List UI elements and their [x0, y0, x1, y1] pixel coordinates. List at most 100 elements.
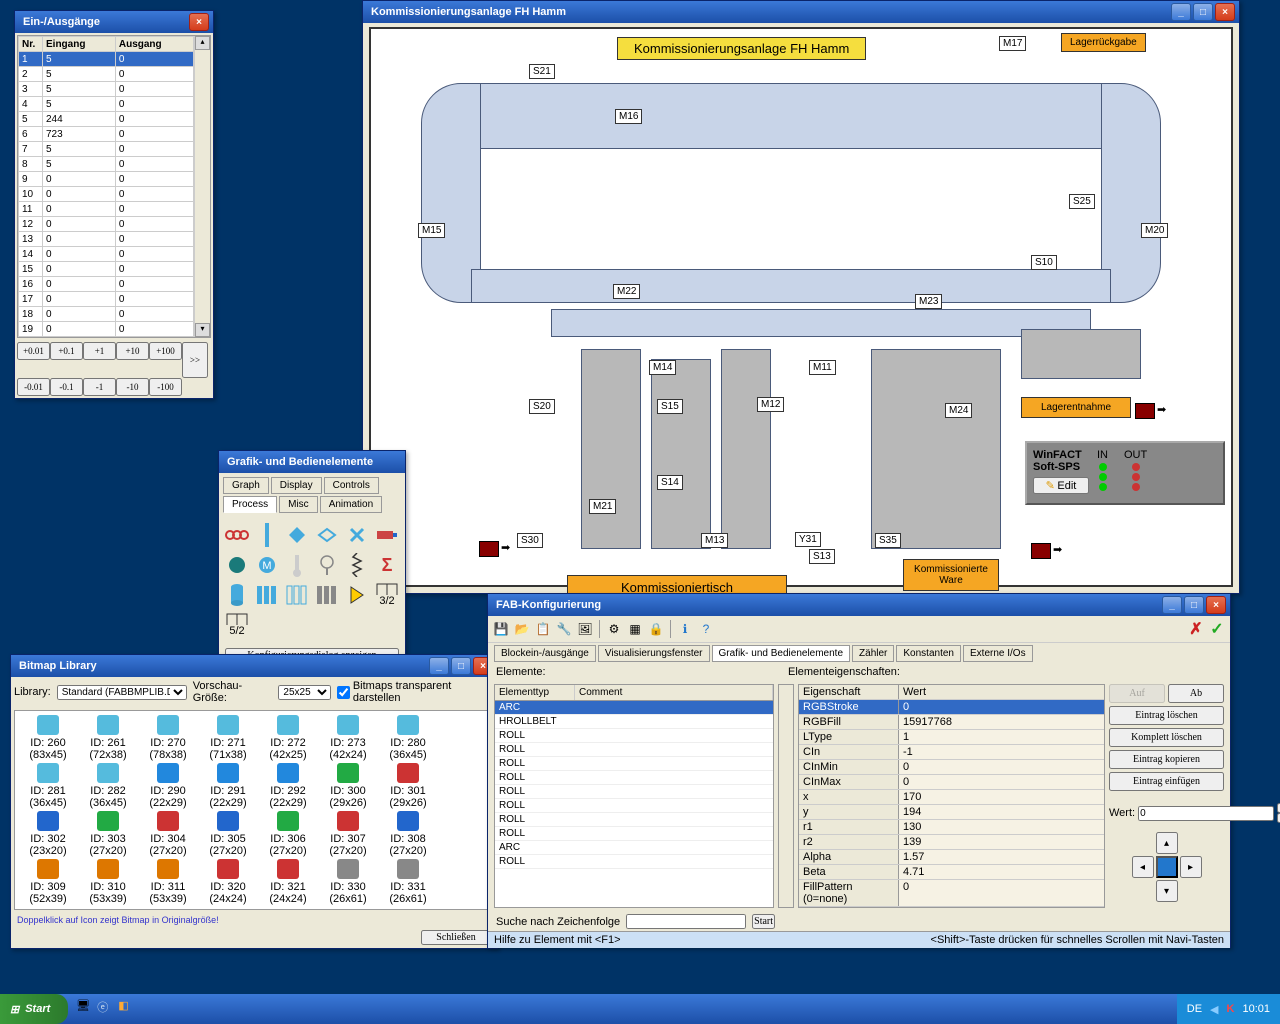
palette-icon-motor-h[interactable]: [375, 523, 399, 547]
bmp-icon-cell[interactable]: ID: 307 (27x20): [319, 811, 377, 857]
nav-left-button[interactable]: ◂: [1132, 856, 1154, 878]
io-col-ausgang[interactable]: Ausgang: [115, 37, 193, 52]
io-col-eingang[interactable]: Eingang: [43, 37, 116, 52]
bmp-icon-cell[interactable]: ID: 305 (27x20): [199, 811, 257, 857]
palette-icon-valve52[interactable]: 5/2: [225, 613, 249, 637]
bmp-icon-cell[interactable]: ID: 261 (72x38): [79, 715, 137, 761]
fab-list-row[interactable]: ARC: [495, 701, 773, 715]
fab-minimize-button[interactable]: _: [1162, 596, 1182, 614]
bmp-icon-cell[interactable]: ID: 292 (22x29): [259, 763, 317, 809]
palette-icon-wheel-1[interactable]: [225, 553, 249, 577]
lock-icon[interactable]: 🔒: [647, 620, 665, 638]
palette-icon-valve-3[interactable]: [345, 523, 369, 547]
bmp-icon-cell[interactable]: ID: 280 (36x45): [379, 715, 437, 761]
bmp-icon-cell[interactable]: ID: 309 (52x39): [19, 859, 77, 905]
save-icon[interactable]: 💾: [492, 620, 510, 638]
bmp-icon-cell[interactable]: ID: 303 (27x20): [79, 811, 137, 857]
fab-prop-row[interactable]: LType1: [799, 730, 1104, 745]
step-plus-button[interactable]: +0.1: [50, 342, 83, 360]
fab-search-button[interactable]: Start: [752, 914, 775, 929]
fab-list-row[interactable]: ROLL: [495, 743, 773, 757]
io-row[interactable]: 850: [19, 157, 194, 172]
palette-icon-triangle[interactable]: [345, 583, 369, 607]
fab-delete-button[interactable]: Eintrag löschen: [1109, 706, 1224, 725]
palette-icon-bulb[interactable]: [315, 553, 339, 577]
palette-icon-sigma[interactable]: Σ: [375, 553, 399, 577]
quicklaunch-app-icon[interactable]: ◧: [118, 999, 136, 1019]
fab-prop-row[interactable]: CIn-1: [799, 745, 1104, 760]
palette-icon-cyl-group-2[interactable]: [285, 583, 309, 607]
fab-tab[interactable]: Blockein-/ausgänge: [494, 645, 596, 662]
fab-prop-row[interactable]: y194: [799, 805, 1104, 820]
palette-icon-chain[interactable]: [225, 523, 249, 547]
palette-tab[interactable]: Controls: [324, 477, 379, 494]
bmp-library-select[interactable]: Standard (FABBMPLIB.DLL): [57, 685, 187, 700]
cancel-icon[interactable]: ✗: [1187, 620, 1205, 638]
step-plus-button[interactable]: +1: [83, 342, 116, 360]
step-minus-button[interactable]: -1: [83, 378, 116, 396]
ok-icon[interactable]: ✓: [1208, 620, 1226, 638]
prop-header-key[interactable]: Eigenschaft: [799, 685, 899, 699]
fab-element-list[interactable]: Elementtyp Comment ARCHROLLBELTROLLROLLR…: [494, 684, 774, 908]
fab-prop-row[interactable]: RGBFill15917768: [799, 715, 1104, 730]
io-row[interactable]: 1200: [19, 217, 194, 232]
io-table[interactable]: Nr. Eingang Ausgang 15025035045052440672…: [17, 35, 211, 338]
io-close-button[interactable]: ×: [189, 13, 209, 31]
bmp-minimize-button[interactable]: _: [429, 657, 449, 675]
io-row[interactable]: 1000: [19, 187, 194, 202]
quicklaunch-desktop-icon[interactable]: 🖥: [76, 999, 94, 1019]
main-titlebar[interactable]: Kommissionierungsanlage FH Hamm _ □ ×: [363, 1, 1239, 23]
bmp-close-btn[interactable]: Schließen: [421, 930, 491, 945]
io-row[interactable]: 52440: [19, 112, 194, 127]
palette-icon-thermometer[interactable]: [285, 553, 309, 577]
palette-tab[interactable]: Process: [223, 496, 277, 513]
io-col-nr[interactable]: Nr.: [19, 37, 43, 52]
fab-prop-row[interactable]: Alpha1.57: [799, 850, 1104, 865]
gear-icon[interactable]: ⚙: [605, 620, 623, 638]
palette-icon-valve32[interactable]: 3/2: [375, 583, 399, 607]
fab-ab-button[interactable]: Ab: [1168, 684, 1224, 703]
fab-list-row[interactable]: ROLL: [495, 757, 773, 771]
palette-tab[interactable]: Graph: [223, 477, 269, 494]
step-plus-button[interactable]: +100: [149, 342, 182, 360]
bmp-maximize-button[interactable]: □: [451, 657, 471, 675]
help-icon[interactable]: ?: [697, 620, 715, 638]
fab-list-row[interactable]: ROLL: [495, 771, 773, 785]
io-scrollbar[interactable]: ▴ ▾: [194, 36, 210, 337]
io-row[interactable]: 1400: [19, 247, 194, 262]
nav-right-button[interactable]: ▸: [1180, 856, 1202, 878]
fab-prop-row[interactable]: RGBStroke0: [799, 700, 1104, 715]
fab-tab[interactable]: Visualisierungsfenster: [598, 645, 710, 662]
io-row[interactable]: 250: [19, 67, 194, 82]
bmp-transparent-checkbox[interactable]: [337, 686, 350, 699]
io-row[interactable]: 900: [19, 172, 194, 187]
tray-icon-1[interactable]: ◀: [1210, 1003, 1218, 1016]
fab-prop-row[interactable]: r2139: [799, 835, 1104, 850]
start-button[interactable]: ⊞Start: [0, 994, 68, 1024]
fab-list-row[interactable]: ROLL: [495, 855, 773, 869]
fab-prop-row[interactable]: CInMax0: [799, 775, 1104, 790]
fab-tab[interactable]: Grafik- und Bedienelemente: [712, 645, 851, 662]
tray-lang[interactable]: DE: [1187, 1003, 1202, 1015]
fab-tab[interactable]: Konstanten: [896, 645, 961, 662]
bmp-icon-cell[interactable]: ID: 302 (23x20): [19, 811, 77, 857]
prop-header-val[interactable]: Wert: [899, 685, 1104, 699]
io-row[interactable]: 1600: [19, 277, 194, 292]
fab-list-row[interactable]: ROLL: [495, 827, 773, 841]
sps-edit-button[interactable]: ✎ Edit: [1033, 477, 1089, 494]
minimize-button[interactable]: _: [1171, 3, 1191, 21]
bmp-icon-cell[interactable]: ID: 282 (36x45): [79, 763, 137, 809]
fab-list-row[interactable]: ROLL: [495, 813, 773, 827]
io-row[interactable]: 450: [19, 97, 194, 112]
fab-maximize-button[interactable]: □: [1184, 596, 1204, 614]
tool2-icon[interactable]: 🖼: [576, 620, 594, 638]
fab-tab[interactable]: Externe I/Os: [963, 645, 1033, 662]
tool1-icon[interactable]: 🔧: [555, 620, 573, 638]
io-more-button[interactable]: >>: [182, 342, 208, 378]
fab-list-scrollbar[interactable]: [778, 684, 794, 908]
bmp-icon-cell[interactable]: ID: 311 (53x39): [139, 859, 197, 905]
palette-tab[interactable]: Display: [271, 477, 322, 494]
fab-tab[interactable]: Zähler: [852, 645, 894, 662]
step-minus-button[interactable]: -100: [149, 378, 182, 396]
palette-icon-valve-1[interactable]: [285, 523, 309, 547]
